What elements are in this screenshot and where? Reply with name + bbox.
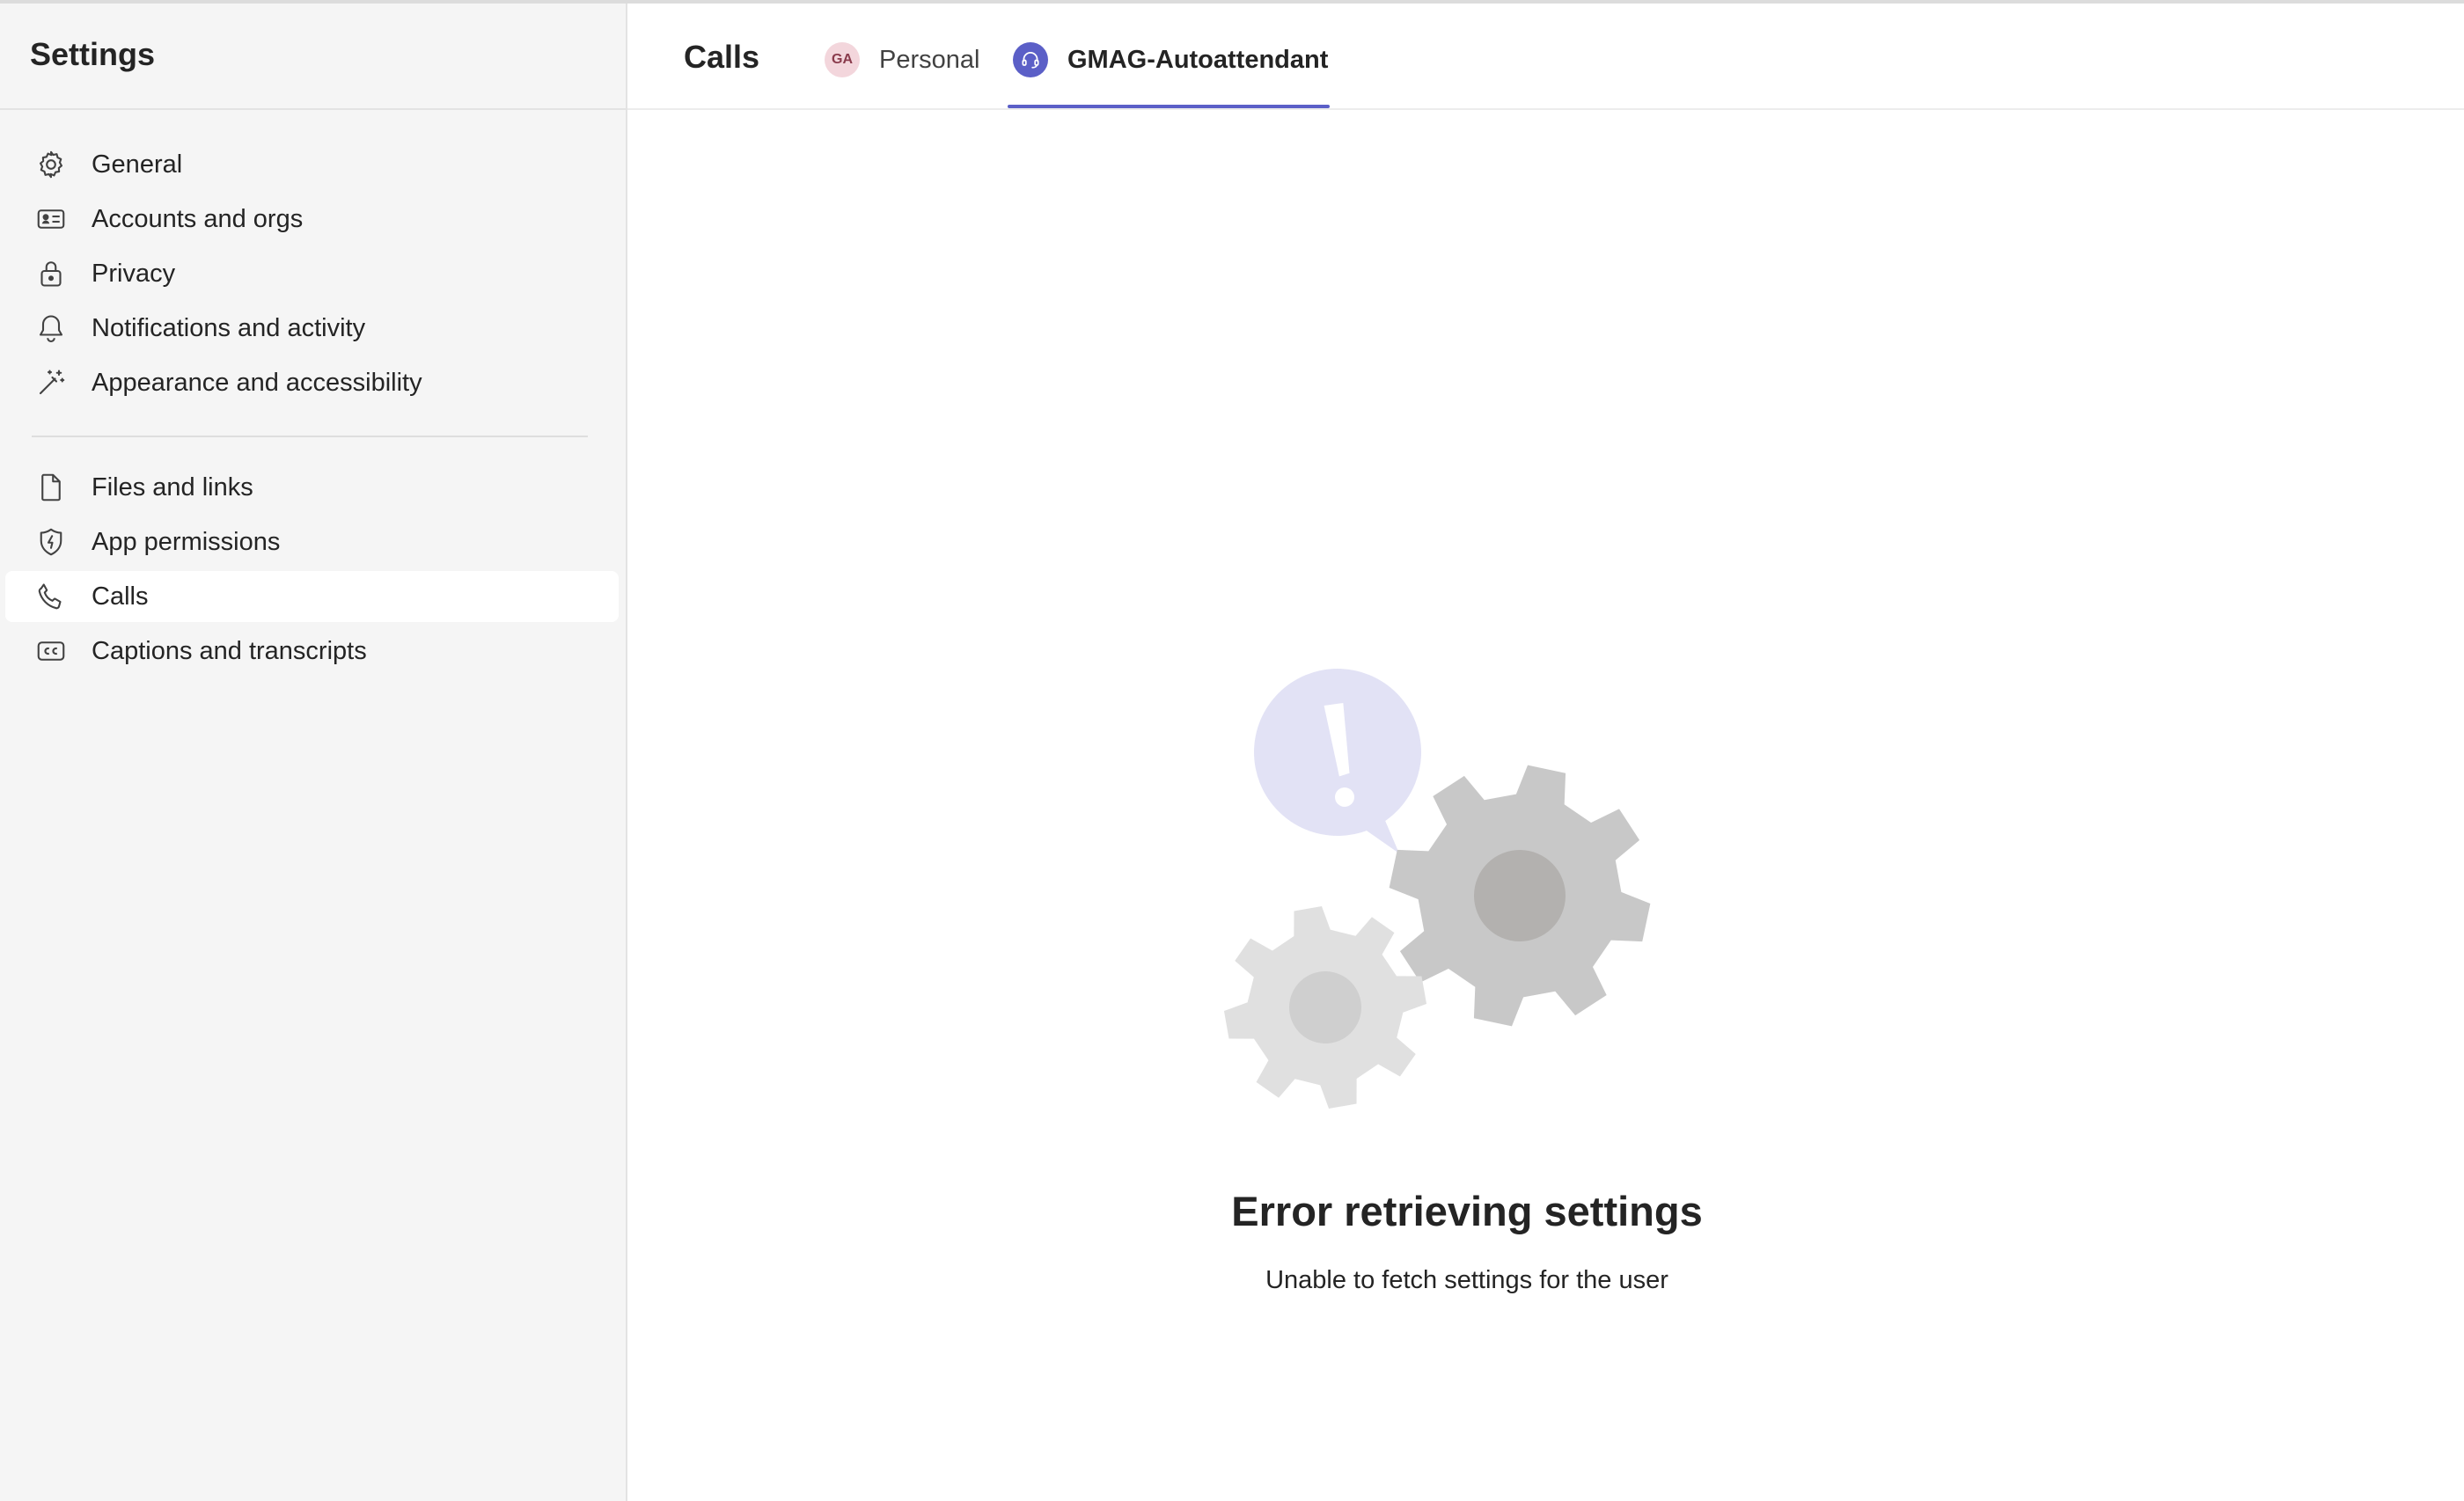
settings-main-panel: Calls GA Personal GMAG-Autoattendant Err… [627, 4, 2464, 1501]
shield-icon [35, 526, 67, 558]
sidebar-item-label: Calls [92, 582, 149, 611]
sidebar-item-label: General [92, 150, 183, 179]
sidebar-item-label: Accounts and orgs [92, 204, 304, 233]
tab-selected-indicator [1008, 105, 1330, 108]
sidebar-item-accounts-and-orgs[interactable]: Accounts and orgs [5, 194, 619, 245]
id-card-icon [35, 203, 67, 235]
sidebar-item-privacy[interactable]: Privacy [5, 248, 619, 299]
lock-icon [35, 258, 67, 289]
tab-gmag-autoattendant[interactable]: GMAG-Autoattendant [1013, 37, 1328, 83]
sidebar-item-general[interactable]: General [5, 139, 619, 190]
document-icon [35, 472, 67, 503]
closed-captions-icon [35, 635, 67, 667]
headset-icon [1013, 42, 1048, 77]
sidebar-item-appearance-and-accessibility[interactable]: Appearance and accessibility [5, 357, 619, 408]
sidebar-item-label: Files and links [92, 472, 253, 502]
gear-icon [35, 149, 67, 180]
tab-personal[interactable]: GA Personal [825, 37, 979, 83]
sidebar-item-app-permissions[interactable]: App permissions [5, 516, 619, 567]
error-title: Error retrieving settings [1231, 1188, 1703, 1234]
tab-label: Personal [879, 45, 980, 74]
settings-sidebar: Settings General Accounts and orgs Priva… [0, 4, 627, 1501]
bell-icon [35, 312, 67, 344]
error-illustration [1206, 660, 1681, 1117]
sidebar-item-label: Privacy [92, 259, 176, 288]
sidebar-nav-group-secondary: Files and links App permissions Calls Ca… [0, 462, 626, 680]
tab-label: GMAG-Autoattendant [1067, 45, 1329, 74]
sidebar-item-files-and-links[interactable]: Files and links [5, 462, 619, 513]
sidebar-item-label: Appearance and accessibility [92, 368, 422, 397]
phone-icon [35, 581, 67, 612]
sidebar-item-label: App permissions [92, 527, 281, 556]
sidebar-item-notifications-and-activity[interactable]: Notifications and activity [5, 303, 619, 354]
sidebar-item-calls[interactable]: Calls [5, 571, 619, 622]
small-gear-icon [1223, 905, 1427, 1109]
sidebar-nav-group-primary: General Accounts and orgs Privacy Notifi… [0, 139, 626, 412]
sidebar-item-label: Captions and transcripts [92, 636, 367, 665]
error-message: Unable to fetch settings for the user [1265, 1266, 1668, 1294]
sidebar-item-label: Notifications and activity [92, 313, 366, 342]
page-title: Calls [684, 39, 760, 75]
avatar: GA [825, 42, 860, 77]
main-header: Calls GA Personal GMAG-Autoattendant [627, 4, 2464, 110]
sidebar-divider [32, 436, 588, 437]
magic-wand-icon [35, 367, 67, 399]
sidebar-item-captions-and-transcripts[interactable]: Captions and transcripts [5, 626, 619, 677]
sidebar-header: Settings [0, 4, 626, 110]
sidebar-title: Settings [30, 35, 156, 72]
alert-bubble-icon [1254, 669, 1421, 853]
